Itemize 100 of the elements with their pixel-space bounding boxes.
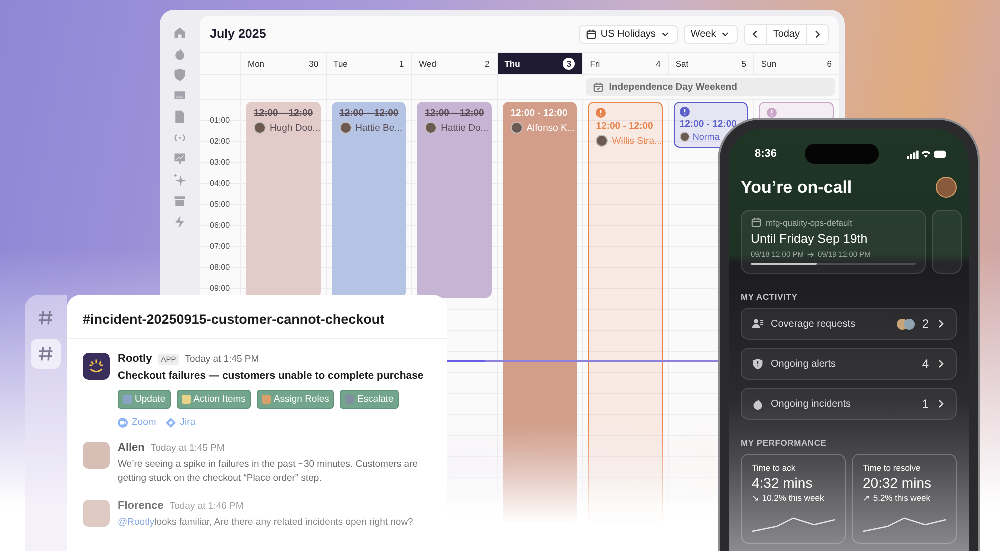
video-camera-icon [118,418,128,428]
chevron-icon [936,319,946,329]
alert-icon [596,108,606,118]
screen-title: You’re on-call [741,178,852,198]
event-time: 12:00 - 12:00 [596,121,654,132]
archive-icon[interactable] [173,194,187,208]
hour-label: 08:00 [209,262,232,274]
metric-label: Time to ack [752,463,797,473]
hour-label: 07:00 [209,241,232,253]
channel-icon[interactable] [31,339,61,369]
arrow-icon [806,250,815,258]
avatar [596,135,608,147]
shift-event[interactable]: 12:00 – 12:00 Hugh Doo... [246,102,321,298]
schedule-name: mfg-quality-ops-default [766,218,852,228]
message-time: Today at 1:45 PM [150,443,225,454]
activity-row[interactable]: Ongoing incidents 1 [741,388,957,420]
person-name: Hugh Doo... [270,122,321,134]
author-name: Rootly [118,353,152,365]
message-time: Today at 1:46 PM [170,500,244,512]
metric-card[interactable]: Time to resolve 20:32 mins ↗ 5.2% this week [852,454,957,544]
month-title: July 2025 [210,27,266,41]
metric-label: Time to resolve [863,463,922,473]
people-icon [752,318,764,330]
day-header[interactable]: Tue 1 [326,53,412,74]
metric-value: 20:32 mins [863,475,932,491]
activity-label: Coverage requests [771,318,856,330]
activity-row[interactable]: Ongoing alerts 4 [741,348,957,380]
metric-card[interactable]: Time to ack 4:32 mins ↘ 10.2% this week [741,454,846,544]
author-name: Allen [118,442,145,454]
event-time: 12:00 – 12:00 [340,108,398,119]
diamond-icon [166,418,176,428]
status-time: 8:36 [755,148,778,160]
activity-count: 2 [922,317,929,331]
alert-icon [680,107,690,117]
today-button[interactable]: Today [766,24,807,44]
profile-avatar[interactable] [936,177,957,198]
user-avatar [83,500,110,527]
activity-label: Ongoing alerts [771,358,838,370]
bolt-icon[interactable] [173,215,187,229]
status-icons [907,148,947,160]
day-header[interactable]: Sat 5 [668,53,754,74]
channel-title: #incident-20250915-customer-cannot-checkout [67,295,447,339]
flame-icon [752,398,764,410]
metric-value: 4:32 mins [752,475,814,491]
hour-label: 06:00 [209,220,232,232]
avatar [254,122,266,134]
day-header[interactable]: Sun 6 [753,53,839,74]
hour-label: 04:00 [209,178,232,190]
shift-event[interactable]: 12:00 – 12:00 Hattie Be... [332,102,406,298]
alert-icon [767,108,778,118]
hour-label: 05:00 [209,199,232,211]
day-header[interactable]: Thu 3 [496,53,582,74]
hour-label: 03:00 [209,157,232,169]
author-name: Florence [118,500,164,512]
chevron-icon [936,399,946,409]
person-name: Willis Stra... [612,136,662,146]
person-name: Norma [692,132,720,142]
section-heading: MY PERFORMANCE [741,438,828,448]
shield-icon[interactable] [173,68,187,82]
day-header[interactable]: Fri 4 [582,53,668,74]
hour-label: 01:00 [209,115,232,127]
activity-row[interactable]: Coverage requests 2 [741,308,957,340]
day-header[interactable]: Mon 30 [240,53,326,74]
view-dropdown[interactable]: Week [684,24,738,44]
message-text: Checkout failures — customers unable to complete purchase [118,369,424,384]
holiday-banner[interactable]: Independence Day Weekend [586,78,835,96]
user-avatar [83,442,110,470]
home-icon[interactable] [173,26,187,40]
sparkle-icon[interactable] [173,173,187,187]
person-name: Alfonso K... [526,122,576,134]
event-time: 12:00 - 12:00 [510,108,569,119]
shift-end-label: Until Friday Sep 19th [751,232,869,246]
hour-label: 02:00 [209,136,232,148]
flame-icon[interactable] [173,47,187,61]
person-name: Hattie Do... [441,122,489,134]
message-time: Today at 1:45 PM [185,354,260,365]
activity-label: Ongoing incidents [771,398,852,410]
chart-icon[interactable] [173,152,187,166]
event-time: 12:00 – 12:00 [254,108,313,119]
bot-avatar [83,353,110,380]
metric-change: ↗ 5.2% this week [863,493,932,503]
message-text: @Rootlylooks familiar, Are there any related incidents open right now? [118,516,414,530]
avatar [425,122,438,134]
shift-event[interactable]: 12:00 – 12:00 Hattie Do... [417,102,492,298]
message-text: We’re seeing a spike in failures in the past ~30 minutes. Customers are getting stuck on the checkout “Place order” step. [118,458,420,486]
shift-card[interactable] [932,210,962,274]
document-icon[interactable] [173,110,187,124]
hour-label: 09:00 [209,283,232,295]
avatar [904,318,916,330]
calendar-icon [593,82,604,92]
event-time: 12:00 – 12:00 [425,108,484,119]
event-time: 12:00 - 12:00 [680,119,738,130]
avatar [510,122,523,134]
calendar-icon [751,217,762,228]
calendar-dropdown[interactable]: US Holidays [578,24,678,44]
person-name: Hattie Be... [356,122,403,134]
activity-count: 1 [922,397,929,411]
activity-count: 4 [922,357,929,371]
section-heading: MY ACTIVITY [741,292,799,302]
metric-change: ↘ 10.2% this week [752,493,826,503]
